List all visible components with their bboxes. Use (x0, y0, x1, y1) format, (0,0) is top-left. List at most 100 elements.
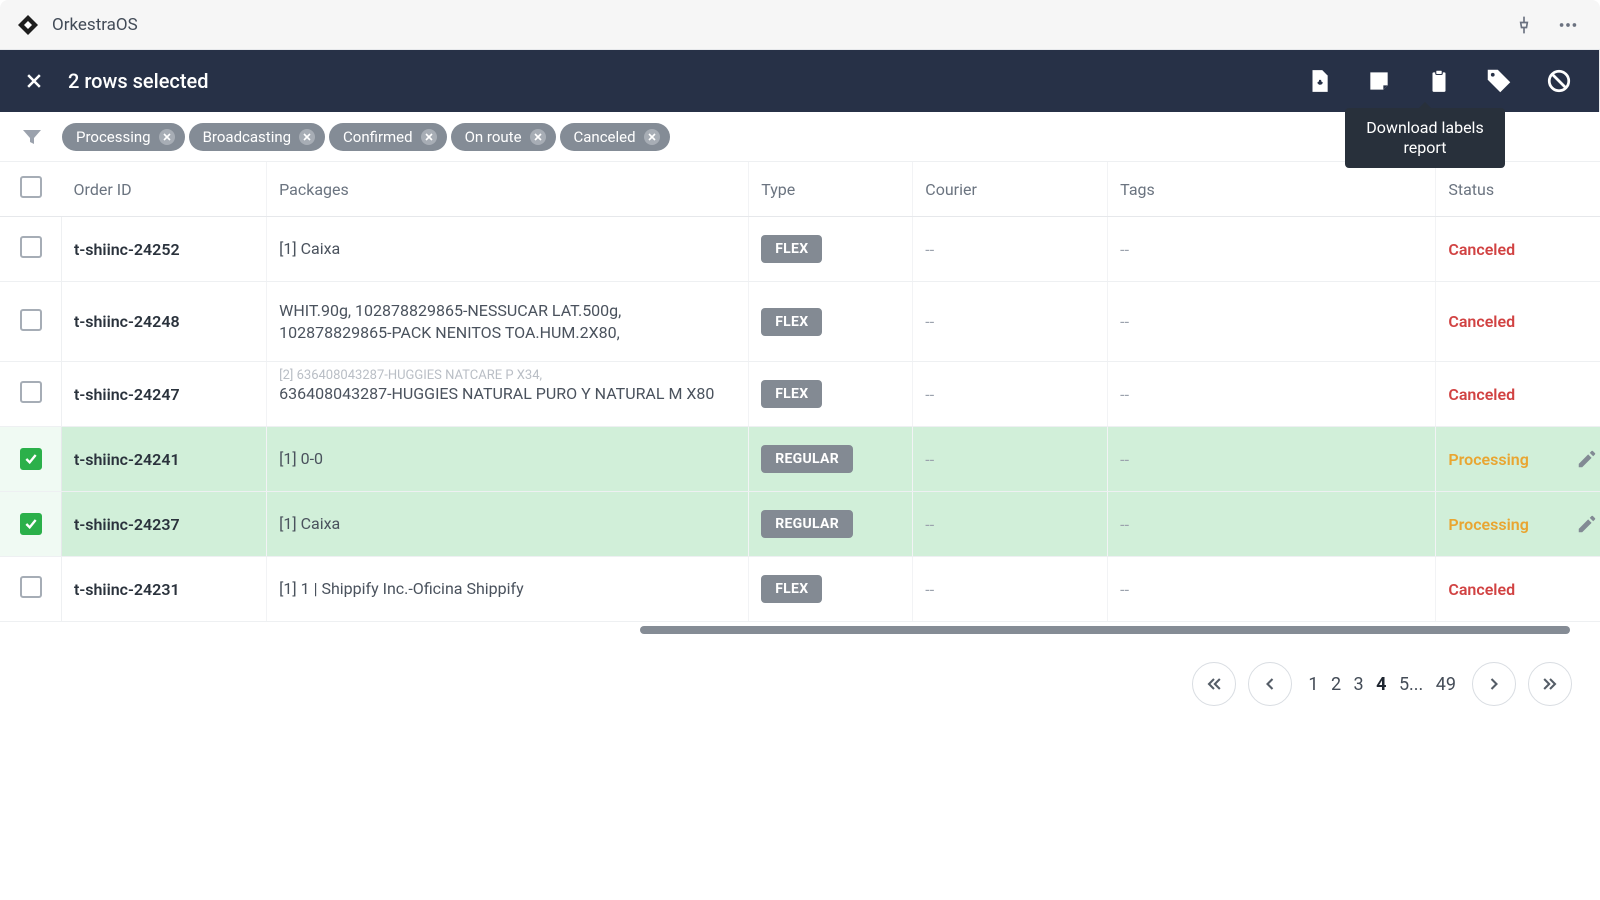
column-tags[interactable]: Tags (1108, 162, 1436, 217)
horizontal-scrollbar[interactable] (0, 624, 1600, 634)
selection-bar: 2 rows selected (0, 50, 1600, 112)
status-value: Canceled (1448, 240, 1515, 259)
packages-text: [1] 0-0 (279, 448, 736, 470)
pin-icon[interactable] (1508, 9, 1540, 41)
packages-text: [1] 1 | Shippify Inc.-Oficina Shippify (279, 578, 736, 600)
tags-value: -- (1120, 385, 1129, 404)
table-row[interactable]: t-shiinc-24237 [1] Caixa REGULAR -- -- P… (0, 492, 1600, 557)
tags-value: -- (1120, 240, 1129, 259)
column-courier[interactable]: Courier (913, 162, 1108, 217)
close-selection-button[interactable] (20, 67, 48, 95)
status-value: Canceled (1448, 580, 1515, 599)
column-packages[interactable]: Packages (267, 162, 749, 217)
table-row[interactable]: t-shiinc-24241 [1] 0-0 REGULAR -- -- Pro… (0, 427, 1600, 492)
courier-value: -- (925, 450, 934, 469)
type-badge: FLEX (761, 235, 822, 263)
tooltip-download-labels: Download labels report (1345, 108, 1505, 168)
filter-chip[interactable]: Processing (62, 123, 185, 151)
order-id: t-shiinc-24237 (74, 515, 180, 534)
page-next-button[interactable] (1472, 662, 1516, 706)
pagination: 1 2 3 4 5... 49 (0, 634, 1600, 706)
page-number[interactable]: 3 (1350, 668, 1368, 701)
type-badge: REGULAR (761, 510, 853, 538)
scrollbar-thumb[interactable] (640, 626, 1570, 634)
filter-chip-label: Canceled (574, 128, 636, 146)
packages-overflow-hint: [2] 636408043287-HUGGIES NATCARE P X34, (279, 368, 736, 383)
table-row[interactable]: t-shiinc-24247 [2] 636408043287-HUGGIES … (0, 362, 1600, 427)
page-prev-button[interactable] (1248, 662, 1292, 706)
download-file-icon[interactable] (1299, 61, 1339, 101)
status-value: Canceled (1448, 312, 1515, 331)
table-row[interactable]: t-shiinc-24248 WHIT.90g, 102878829865-NE… (0, 282, 1600, 362)
tags-value: -- (1120, 580, 1129, 599)
row-checkbox[interactable] (20, 448, 42, 470)
edit-row-icon[interactable] (1576, 448, 1598, 470)
column-status[interactable]: Status (1436, 162, 1600, 217)
page-number[interactable]: 4 (1372, 668, 1390, 701)
packages-text: 636408043287-HUGGIES NATURAL PURO Y NATU… (279, 383, 736, 405)
selection-count: 2 rows selected (68, 69, 209, 93)
tags-value: -- (1120, 515, 1129, 534)
page-first-button[interactable] (1192, 662, 1236, 706)
filter-icon[interactable] (16, 121, 48, 153)
table-row[interactable]: t-shiinc-24231 [1] 1 | Shippify Inc.-Ofi… (0, 557, 1600, 622)
packages-text: [1] Caixa (279, 513, 736, 535)
clipboard-icon[interactable] (1419, 61, 1459, 101)
edit-row-icon[interactable] (1576, 513, 1598, 535)
filter-chip-label: Broadcasting (203, 128, 291, 146)
page-number[interactable]: 1 (1304, 668, 1322, 701)
courier-value: -- (925, 580, 934, 599)
row-checkbox[interactable] (20, 576, 42, 598)
filter-chip-remove-icon[interactable] (530, 129, 546, 145)
tags-value: -- (1120, 312, 1129, 331)
tag-icon[interactable] (1479, 61, 1519, 101)
app-bar: OrkestraOS (0, 0, 1600, 50)
page-number[interactable]: 5... (1395, 668, 1427, 701)
more-icon[interactable] (1552, 9, 1584, 41)
orders-table: Order ID Packages Type Courier Tags Stat… (0, 162, 1600, 634)
type-badge: FLEX (761, 308, 822, 336)
column-type[interactable]: Type (749, 162, 913, 217)
filter-chip-label: On route (465, 128, 522, 146)
page-number[interactable]: 2 (1327, 668, 1345, 701)
order-id: t-shiinc-24231 (74, 580, 180, 599)
app-logo-icon (16, 13, 40, 37)
note-icon[interactable] (1359, 61, 1399, 101)
column-order-id[interactable]: Order ID (62, 162, 267, 217)
row-checkbox[interactable] (20, 236, 42, 258)
type-badge: FLEX (761, 380, 822, 408)
filter-chip-remove-icon[interactable] (159, 129, 175, 145)
filter-chip-remove-icon[interactable] (299, 129, 315, 145)
row-checkbox[interactable] (20, 513, 42, 535)
filter-chip-remove-icon[interactable] (644, 129, 660, 145)
filter-chip[interactable]: Broadcasting (189, 123, 325, 151)
page-last-button[interactable] (1528, 662, 1572, 706)
table-row[interactable]: t-shiinc-24252 [1] Caixa FLEX -- -- Canc… (0, 217, 1600, 282)
order-id: t-shiinc-24247 (74, 385, 180, 404)
order-id: t-shiinc-24248 (74, 312, 180, 331)
type-badge: FLEX (761, 575, 822, 603)
status-value: Canceled (1448, 385, 1515, 404)
cancel-icon[interactable] (1539, 61, 1579, 101)
order-id: t-shiinc-24252 (74, 240, 180, 259)
type-badge: REGULAR (761, 445, 853, 473)
page-number[interactable]: 49 (1432, 668, 1460, 701)
select-all-checkbox[interactable] (20, 176, 42, 198)
row-checkbox[interactable] (20, 309, 42, 331)
filter-chip-label: Confirmed (343, 128, 413, 146)
filter-chip-remove-icon[interactable] (421, 129, 437, 145)
status-value: Processing (1448, 515, 1528, 534)
courier-value: -- (925, 515, 934, 534)
filter-chip[interactable]: On route (451, 123, 556, 151)
courier-value: -- (925, 385, 934, 404)
tags-value: -- (1120, 450, 1129, 469)
courier-value: -- (925, 240, 934, 259)
order-id: t-shiinc-24241 (74, 450, 180, 469)
filter-chip-label: Processing (76, 128, 151, 146)
filter-chip[interactable]: Canceled (560, 123, 670, 151)
packages-text: [1] Caixa (279, 238, 736, 260)
app-title: OrkestraOS (52, 15, 138, 35)
row-checkbox[interactable] (20, 381, 42, 403)
select-all-header[interactable] (0, 162, 62, 217)
filter-chip[interactable]: Confirmed (329, 123, 447, 151)
